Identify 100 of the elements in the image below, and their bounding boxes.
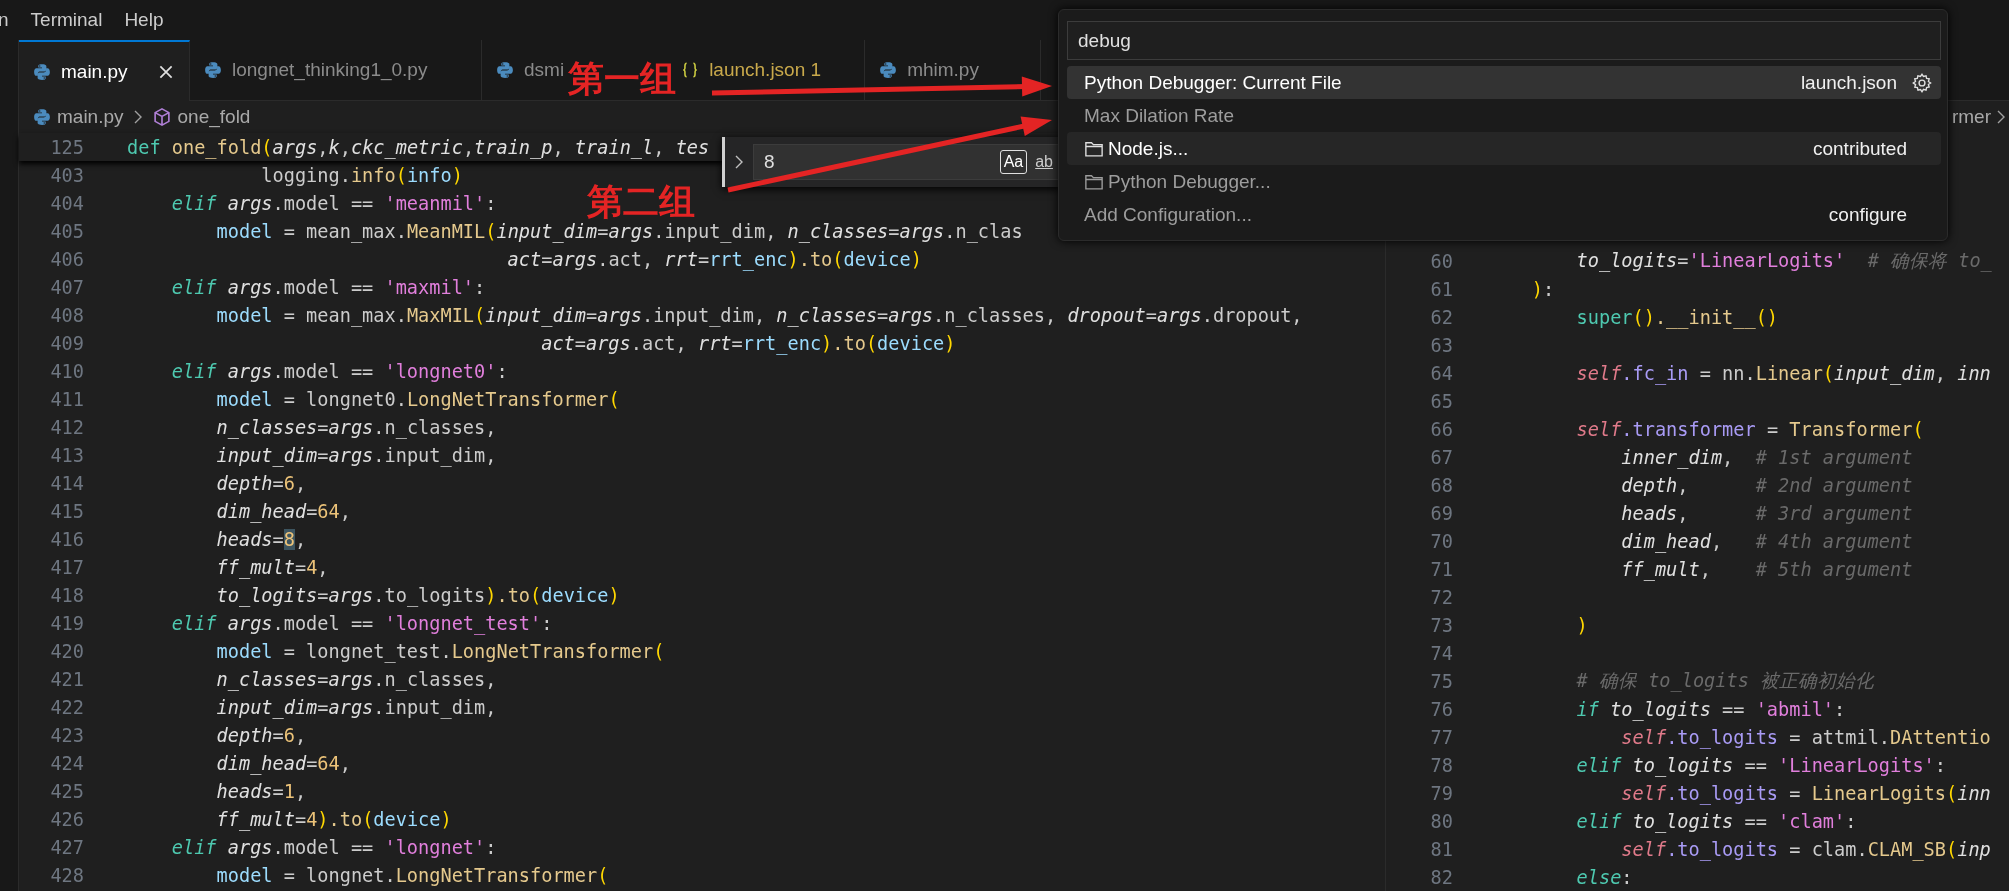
quick-pick-input[interactable]: debug [1067,21,1941,60]
line-number: 71 [1429,558,1453,580]
line-number: 408 [49,304,84,326]
code-line: self.to_logits = attmil.DAttentio [1620,726,1991,748]
line-number: 410 [49,360,84,382]
line-number: 407 [49,276,84,298]
code-line: elif args.model == 'longnet0': [170,360,508,382]
tab-label: mhim.py [907,59,979,81]
code-line: model = longnet_test.LongNetTransformer( [215,640,665,662]
code-line: depth=6, [215,724,307,746]
find-option[interactable]: ab [1031,150,1057,174]
line-number: 422 [49,696,84,718]
item-label: Node.js... [1108,137,1189,160]
line-number: 404 [49,192,84,214]
line-number: 412 [49,416,84,438]
code-line: model = longnet.LongNetTransformer( [215,864,609,886]
line-number: 68 [1429,474,1453,496]
editor-tab[interactable]: longnet_thinking1_0.py [190,40,482,100]
code-line: super().__init__() [1575,306,1779,328]
menu-item[interactable]: n [0,9,9,31]
line-number: 64 [1429,362,1453,384]
line-number: 82 [1429,866,1453,888]
line-number: 72 [1429,586,1453,608]
code-line: depth, # 2nd argument [1620,474,1913,496]
line-number: 415 [49,500,84,522]
breadcrumb-item[interactable]: main.py [57,106,124,128]
code-line: model = longnet0.LongNetTransformer( [215,388,620,410]
code-line: self.to_logits = clam.CLAM_SB(inp [1620,838,1991,860]
code-line: act=args.act, rrt=rrt_enc).to(device) [506,248,922,270]
quick-pick-item[interactable]: Python Debugger: Current File launch.json [1067,66,1941,99]
code-line: model = mean_max.MeanMIL(input_dim=args.input_dim, n_classes=args.n_clas [215,220,1023,242]
code-line: else: [1575,866,1633,888]
line-number: 405 [49,220,84,242]
line-number: 419 [49,612,84,634]
code-line: ) [1575,614,1588,636]
python-icon [33,108,51,126]
tab-label: launch.json 1 [709,59,822,81]
code-line: elif to_logits == 'clam': [1575,810,1857,832]
code-line: dim_head, # 4th argument [1620,530,1913,552]
item-label: Max Dilation Rate [1084,104,1234,127]
settings-icon[interactable] [1911,71,1933,94]
code-line: ff_mult=4).to(device) [215,808,452,830]
line-number: 69 [1429,502,1453,524]
line-number: 78 [1429,754,1453,776]
line-number: 417 [49,556,84,578]
code-line: heads=1, [215,780,307,802]
quick-pick-item[interactable]: Python Debugger... [1067,165,1941,198]
line-number: 62 [1429,306,1453,328]
code-line: input_dim=args.input_dim, [215,444,497,466]
code-line: heads, # 3rd argument [1620,502,1913,524]
line-number: 81 [1429,838,1453,860]
line-number: 403 [49,164,84,186]
line-number: 73 [1429,614,1453,636]
python-icon [879,61,898,79]
annotation-label: 第二组 [587,180,695,223]
code-line: elif args.model == 'longnet': [170,836,497,858]
code-line: self.fc_in = nn.Linear(input_dim, inn [1575,362,1991,384]
item-detail: contributed [1813,137,1907,160]
code-line: n_classes=args.n_classes, [215,668,497,690]
menu-item[interactable]: Terminal [30,9,103,31]
line-number: 411 [49,388,84,410]
breadcrumb-item[interactable]: rmer [1951,106,1991,128]
code-line: depth=6, [215,472,307,494]
quick-pick-item[interactable]: Add Configuration... configure [1067,198,1941,231]
code-line: elif args.model == 'longnet_test': [170,612,553,634]
line-number: 60 [1429,250,1453,272]
line-number: 77 [1429,726,1453,748]
code-line: to_logits=args.to_logits).to(device) [215,584,620,606]
line-number: 423 [49,724,84,746]
item-label: Add Configuration... [1084,203,1252,226]
code-line: elif to_logits == 'LinearLogits': [1575,754,1946,776]
code-line: ): [1530,278,1555,300]
item-detail: launch.json [1800,71,1897,94]
line-number: 418 [49,584,84,606]
line-number: 67 [1429,446,1453,468]
code-line: to_logits='LinearLogits' # 确保将 to_ [1575,249,1992,274]
line-number: 420 [49,640,84,662]
braces-icon [681,61,700,79]
code-line: self.transformer = Transformer( [1575,418,1924,440]
code-line: input_dim=args.input_dim, [215,696,497,718]
quick-pick-item[interactable]: Node.js... contributed [1067,132,1941,165]
find-option[interactable]: Aa [999,150,1028,174]
menu-item[interactable]: Help [124,9,164,31]
code-line: # 确保 to_logits 被正确初始化 [1575,669,1875,694]
code-line: inner_dim, # 1st argument [1620,446,1913,468]
line-number: 426 [49,808,84,830]
breadcrumb-item[interactable]: one_fold [177,106,251,128]
tab-label: dsmi [524,59,565,81]
item-label: Python Debugger: Current File [1084,71,1342,94]
line-number: 409 [49,332,84,354]
code-line: self.to_logits = LinearLogits(inn [1620,782,1991,804]
editor-tab[interactable]: main.py [19,40,190,101]
code-line: n_classes=args.n_classes, [215,416,497,438]
item-detail: configure [1828,203,1907,226]
line-number: 75 [1429,670,1453,692]
line-number: 79 [1429,782,1453,804]
quick-pick-item[interactable]: Max Dilation Rate [1067,99,1941,132]
python-icon [496,61,514,79]
code-line: dim_head=64, [215,752,351,774]
line-number: 427 [49,836,84,858]
